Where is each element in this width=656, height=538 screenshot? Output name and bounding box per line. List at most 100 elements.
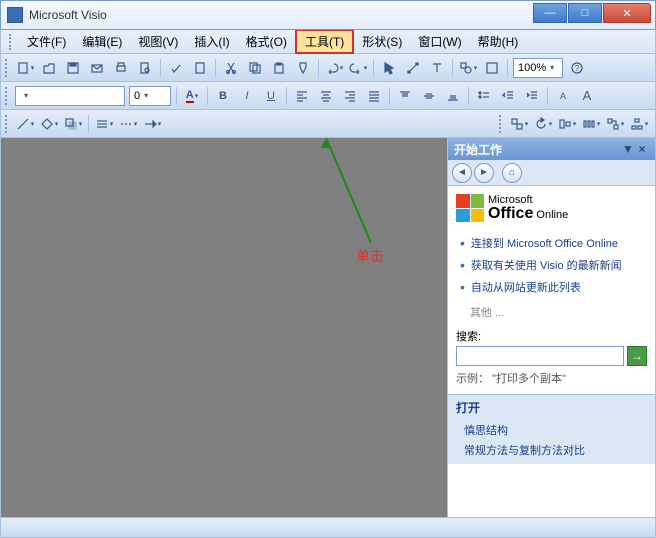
maximize-button[interactable]: □	[568, 3, 602, 23]
menu-tools[interactable]: 工具(T)	[295, 29, 354, 54]
connector-tool-button[interactable]	[402, 57, 424, 79]
line-weight-button[interactable]	[93, 113, 115, 135]
help-button[interactable]: ?	[566, 57, 588, 79]
align-shapes-button[interactable]	[556, 113, 578, 135]
toolbar-handle[interactable]	[5, 59, 9, 77]
save-button[interactable]	[62, 57, 84, 79]
line-ends-button[interactable]	[141, 113, 163, 135]
align-justify-button[interactable]	[363, 85, 385, 107]
svg-text:?: ?	[575, 64, 580, 73]
fill-color-button[interactable]	[38, 113, 60, 135]
open-link-1[interactable]: 慎思结构	[456, 420, 647, 440]
format-painter-button[interactable]	[292, 57, 314, 79]
align-left-button[interactable]	[291, 85, 313, 107]
layout-button[interactable]	[628, 113, 650, 135]
font-color-button[interactable]: A	[181, 85, 203, 107]
menu-format[interactable]: 格式(O)	[238, 31, 295, 52]
search-input[interactable]	[456, 346, 624, 366]
toolbar-formatting: 0 A B I U A A	[0, 82, 656, 110]
office-online-logo: Microsoft Office Online	[456, 194, 647, 222]
search-example: 示例： "打印多个副本"	[456, 370, 647, 386]
underline-button[interactable]: U	[260, 85, 282, 107]
align-bottom-button[interactable]	[442, 85, 464, 107]
stencil-button[interactable]	[481, 57, 503, 79]
nav-home-button[interactable]: ⌂	[502, 163, 522, 183]
drawing-canvas[interactable]: 单击	[1, 138, 447, 517]
taskpane-nav: ◄ ► ⌂	[448, 160, 655, 186]
toolbar-drawing	[0, 110, 656, 138]
bullets-button[interactable]	[473, 85, 495, 107]
paste-button[interactable]	[268, 57, 290, 79]
nav-back-button[interactable]: ◄	[452, 163, 472, 183]
taskpane-close-icon[interactable]: ×	[635, 142, 649, 156]
preview-button[interactable]	[134, 57, 156, 79]
open-button[interactable]	[38, 57, 60, 79]
status-bar	[0, 518, 656, 538]
toolbar-handle[interactable]	[5, 87, 9, 105]
office-logo-big: Office	[488, 205, 533, 222]
link-update[interactable]: 自动从网站更新此列表	[456, 276, 647, 298]
search-go-button[interactable]: →	[627, 346, 647, 366]
italic-button[interactable]: I	[236, 85, 258, 107]
mail-button[interactable]	[86, 57, 108, 79]
increase-indent-button[interactable]	[521, 85, 543, 107]
office-logo-suffix: Online	[536, 209, 568, 221]
open-section: 打开 慎思结构 常规方法与复制方法对比	[448, 394, 655, 464]
decrease-font-button[interactable]: A	[552, 85, 574, 107]
menu-window[interactable]: 窗口(W)	[410, 31, 469, 52]
font-combo[interactable]	[15, 86, 125, 106]
open-link-2[interactable]: 常规方法与复制方法对比	[456, 440, 647, 460]
menu-shape[interactable]: 形状(S)	[354, 31, 410, 52]
open-header: 打开	[456, 399, 647, 416]
group-button[interactable]	[508, 113, 530, 135]
print-button[interactable]	[110, 57, 132, 79]
new-button[interactable]	[14, 57, 36, 79]
text-tool-button[interactable]	[426, 57, 448, 79]
zoom-combo[interactable]: 100%	[513, 58, 563, 78]
fontsize-combo[interactable]: 0	[129, 86, 171, 106]
taskpane-title: 开始工作	[454, 141, 502, 158]
menu-insert[interactable]: 插入(I)	[186, 31, 237, 52]
align-top-button[interactable]	[394, 85, 416, 107]
link-other[interactable]: 其他 ...	[456, 304, 647, 320]
task-pane: 开始工作 ▼ × ◄ ► ⌂ Microsoft Office Online 连…	[447, 138, 655, 517]
app-icon	[7, 7, 23, 23]
align-center-button[interactable]	[315, 85, 337, 107]
pointer-tool-button[interactable]	[378, 57, 400, 79]
taskpane-body: Microsoft Office Online 连接到 Microsoft Of…	[448, 186, 655, 517]
app-title: Microsoft Visio	[29, 8, 107, 22]
line-color-button[interactable]	[14, 113, 36, 135]
close-button[interactable]: ✕	[603, 3, 651, 23]
rotate-button[interactable]	[532, 113, 554, 135]
taskpane-dropdown-icon[interactable]: ▼	[621, 142, 635, 156]
toolbar-handle[interactable]	[499, 115, 503, 133]
increase-font-button[interactable]: A	[576, 85, 598, 107]
undo-button[interactable]	[323, 57, 345, 79]
copy-button[interactable]	[244, 57, 266, 79]
menubar-handle[interactable]	[9, 34, 13, 50]
bold-button[interactable]: B	[212, 85, 234, 107]
decrease-indent-button[interactable]	[497, 85, 519, 107]
shapes-button[interactable]	[457, 57, 479, 79]
toolbar-handle[interactable]	[5, 115, 9, 133]
minimize-button[interactable]: —	[533, 3, 567, 23]
menu-edit[interactable]: 编辑(E)	[74, 31, 130, 52]
connect-shapes-button[interactable]	[604, 113, 626, 135]
menu-view[interactable]: 视图(V)	[130, 31, 186, 52]
research-button[interactable]	[189, 57, 211, 79]
link-connect[interactable]: 连接到 Microsoft Office Online	[456, 232, 647, 254]
search-label: 搜索:	[456, 328, 647, 344]
shadow-button[interactable]	[62, 113, 84, 135]
menu-file[interactable]: 文件(F)	[19, 31, 74, 52]
align-right-button[interactable]	[339, 85, 361, 107]
window-buttons: — □ ✕	[532, 3, 651, 23]
link-news[interactable]: 获取有关使用 Visio 的最新新闻	[456, 254, 647, 276]
distribute-button[interactable]	[580, 113, 602, 135]
cut-button[interactable]	[220, 57, 242, 79]
redo-button[interactable]	[347, 57, 369, 79]
align-middle-button[interactable]	[418, 85, 440, 107]
spellcheck-button[interactable]	[165, 57, 187, 79]
menu-help[interactable]: 帮助(H)	[470, 31, 527, 52]
line-pattern-button[interactable]	[117, 113, 139, 135]
nav-forward-button[interactable]: ►	[474, 163, 494, 183]
